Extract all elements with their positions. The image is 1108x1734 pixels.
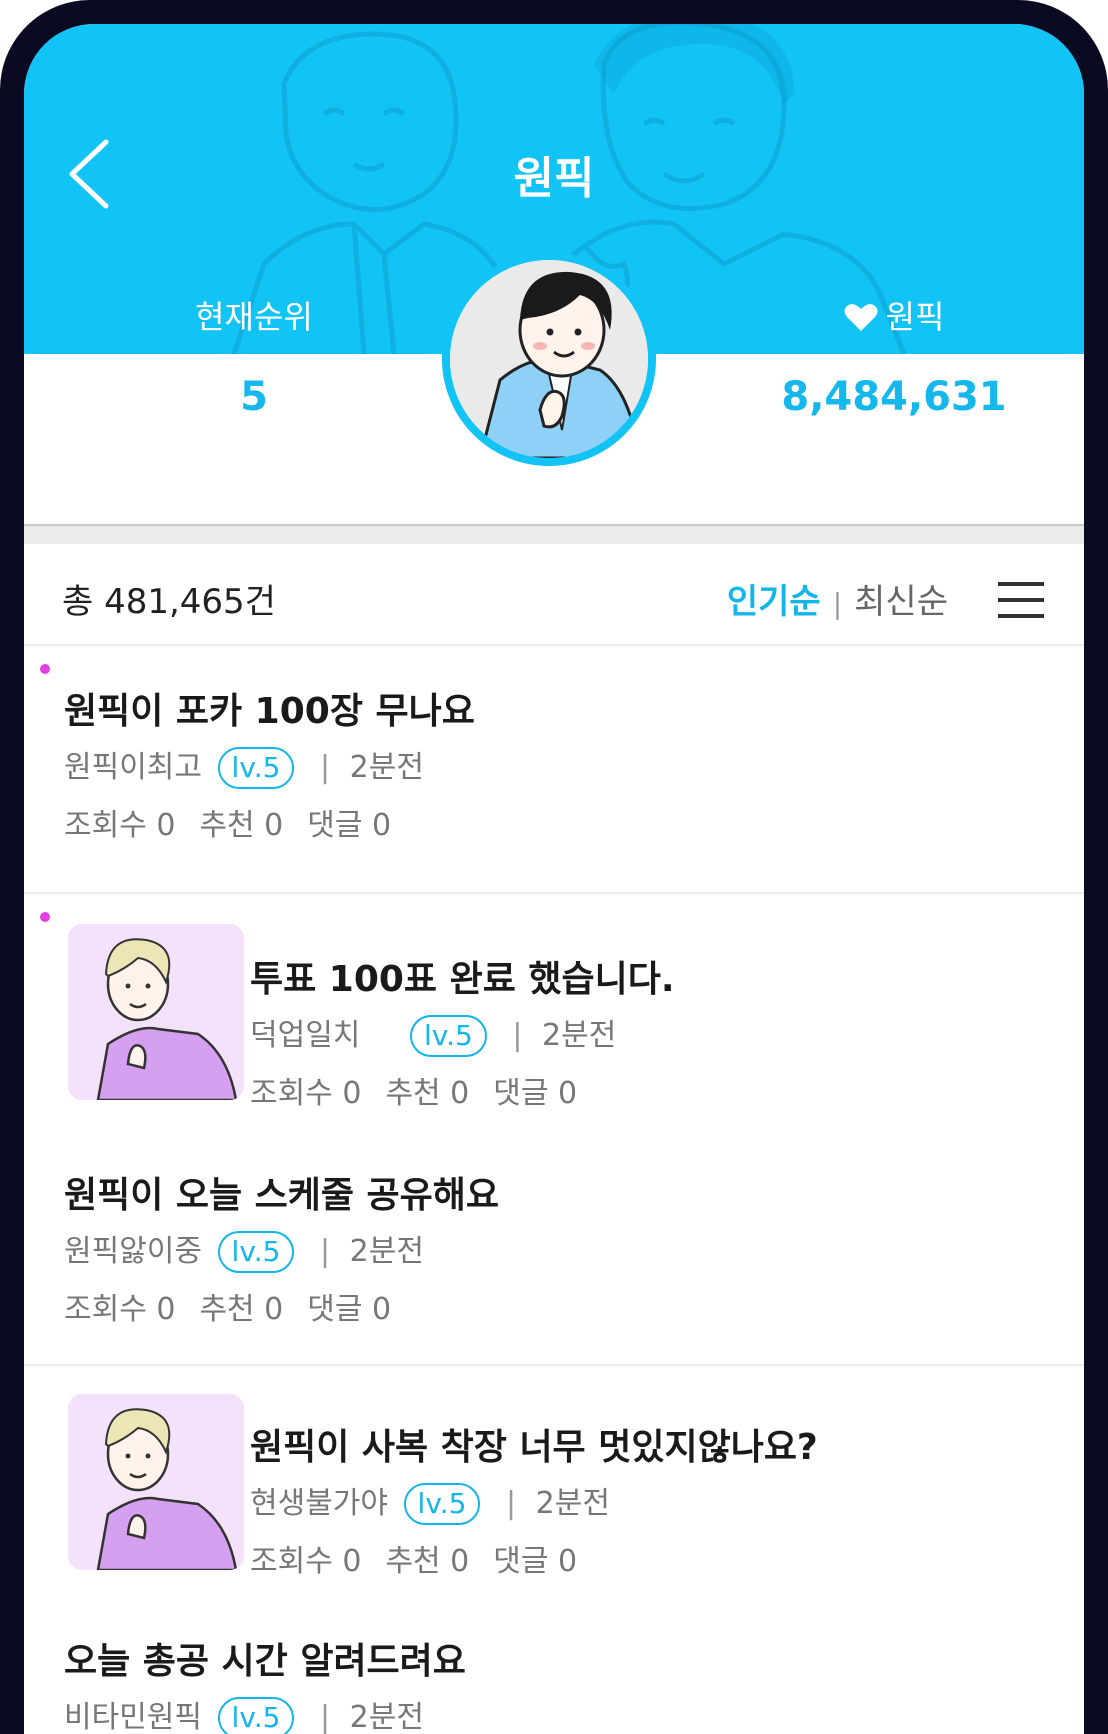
post-meta: 현생불가야 lv.5 | 2분전 bbox=[250, 1478, 610, 1525]
post-item[interactable]: 원픽이 포카 100장 무나요 원픽이최고 lv.5 | 2분전 조회수 0 추천… bbox=[24, 646, 1084, 876]
post-likes: 추천 0 bbox=[199, 808, 284, 843]
post-comments: 댓글 0 bbox=[493, 1544, 578, 1579]
post-likes: 추천 0 bbox=[385, 1076, 470, 1111]
post-item[interactable]: 원픽이 사복 착장 너무 멋있지않나요? 현생불가야 lv.5 | 2분전 조회… bbox=[24, 1366, 1084, 1596]
total-post-count: 총 481,465건 bbox=[62, 582, 276, 622]
screen: 원픽 현재순위 원픽 5 8,484,631 총 481,465건 인기순 | … bbox=[24, 24, 1084, 1734]
post-title: 오늘 총공 시간 알려드려요 bbox=[64, 1641, 466, 1682]
sort-divider: | bbox=[832, 587, 843, 620]
level-badge: lv.5 bbox=[403, 1483, 481, 1525]
post-comments: 댓글 0 bbox=[307, 1292, 392, 1327]
post-author: 현생불가야 bbox=[250, 1486, 388, 1521]
level-badge: lv.5 bbox=[409, 1015, 487, 1057]
new-post-dot-icon bbox=[40, 912, 50, 922]
current-rank-value: 5 bbox=[240, 374, 268, 420]
sort-popular-button[interactable]: 인기순 bbox=[727, 582, 821, 622]
heart-icon bbox=[844, 304, 878, 331]
post-meta: 원픽이최고 lv.5 | 2분전 bbox=[64, 742, 424, 789]
post-views: 조회수 0 bbox=[64, 1292, 176, 1327]
new-post-dot-icon bbox=[40, 664, 50, 674]
post-author: 덕업일치 bbox=[250, 1018, 361, 1053]
post-author: 비타민원픽 bbox=[64, 1700, 202, 1734]
post-stats: 조회수 0 추천 0 댓글 0 bbox=[64, 1284, 415, 1328]
post-time: 2분전 bbox=[349, 750, 424, 785]
pick-count-label: 원픽 bbox=[784, 292, 1004, 338]
phone-frame: 원픽 현재순위 원픽 5 8,484,631 총 481,465건 인기순 | … bbox=[0, 0, 1108, 1734]
post-meta: 비타민원픽 lv.5 | 2분전 bbox=[64, 1692, 424, 1734]
pick-count-value: 8,484,631 bbox=[781, 374, 1007, 420]
post-title: 투표 100표 완료 했습니다. bbox=[250, 959, 675, 1000]
level-badge: lv.5 bbox=[217, 1697, 295, 1734]
level-badge: lv.5 bbox=[217, 747, 295, 789]
post-title: 원픽이 포카 100장 무나요 bbox=[64, 691, 475, 732]
post-time: 2분전 bbox=[349, 1234, 424, 1269]
post-item[interactable]: 투표 100표 완료 했습니다. 덕업일치 lv.5 | 2분전 조회수 0 추천… bbox=[24, 894, 1084, 1124]
post-views: 조회수 0 bbox=[64, 808, 176, 843]
post-title: 원픽이 사복 착장 너무 멋있지않나요? bbox=[250, 1427, 818, 1468]
post-author: 원픽앓이중 bbox=[64, 1234, 202, 1269]
post-time: 2분전 bbox=[349, 1700, 424, 1734]
level-badge: lv.5 bbox=[217, 1231, 295, 1273]
idol-avatar[interactable] bbox=[442, 252, 656, 466]
sort-options: 인기순 | 최신순 bbox=[727, 574, 948, 623]
list-toolbar: 총 481,465건 인기순 | 최신순 bbox=[24, 544, 1084, 646]
post-comments: 댓글 0 bbox=[307, 808, 392, 843]
post-comments: 댓글 0 bbox=[493, 1076, 578, 1111]
current-rank-label: 현재순위 bbox=[195, 298, 313, 336]
section-separator bbox=[24, 524, 1084, 544]
post-author: 원픽이최고 bbox=[64, 750, 202, 785]
page-title: 원픽 bbox=[513, 153, 595, 204]
post-stats: 조회수 0 추천 0 댓글 0 bbox=[250, 1536, 601, 1580]
post-likes: 추천 0 bbox=[199, 1292, 284, 1327]
post-views: 조회수 0 bbox=[250, 1076, 362, 1111]
post-stats: 조회수 0 추천 0 댓글 0 bbox=[64, 800, 415, 844]
pick-label-text: 원픽 bbox=[885, 298, 945, 336]
post-item[interactable]: 오늘 총공 시간 알려드려요 비타민원픽 lv.5 | 2분전 bbox=[24, 1616, 1084, 1734]
post-views: 조회수 0 bbox=[250, 1544, 362, 1579]
post-title: 원픽이 오늘 스케줄 공유해요 bbox=[64, 1175, 500, 1216]
hamburger-menu-icon[interactable] bbox=[998, 582, 1044, 618]
idol-avatar-image bbox=[450, 260, 648, 458]
sort-latest-button[interactable]: 최신순 bbox=[854, 582, 948, 622]
post-thumbnail bbox=[68, 1394, 244, 1570]
post-likes: 추천 0 bbox=[385, 1544, 470, 1579]
post-meta: 원픽앓이중 lv.5 | 2분전 bbox=[64, 1226, 424, 1273]
post-time: 2분전 bbox=[542, 1018, 617, 1053]
post-item[interactable]: 원픽이 오늘 스케줄 공유해요 원픽앓이중 lv.5 | 2분전 조회수 0 추천… bbox=[24, 1144, 1084, 1374]
post-stats: 조회수 0 추천 0 댓글 0 bbox=[250, 1068, 601, 1112]
post-meta: 덕업일치 lv.5 | 2분전 bbox=[250, 1010, 616, 1057]
post-time: 2분전 bbox=[535, 1486, 610, 1521]
post-thumbnail bbox=[68, 924, 244, 1100]
